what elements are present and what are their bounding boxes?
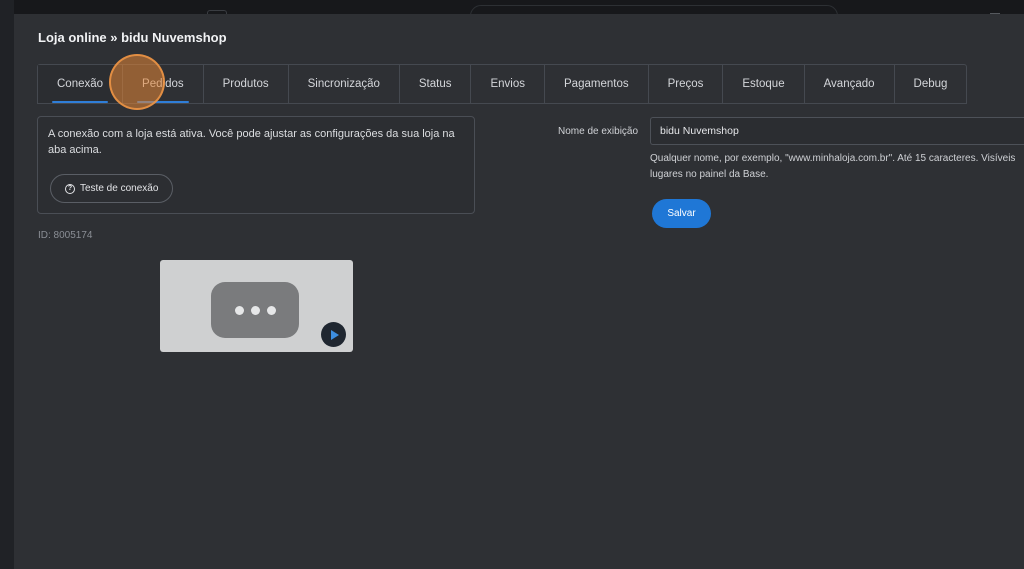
save-button[interactable]: Salvar bbox=[652, 199, 711, 228]
tab-precos[interactable]: Preços bbox=[649, 65, 724, 103]
display-name-hint: Qualquer nome, por exemplo, "www.minhalo… bbox=[650, 153, 1016, 180]
connection-message: A conexão com a loja está ativa. Você po… bbox=[48, 128, 455, 156]
tab-debug[interactable]: Debug bbox=[895, 65, 967, 103]
tab-avancado[interactable]: Avançado bbox=[805, 65, 895, 103]
tab-envios[interactable]: Envios bbox=[471, 65, 546, 103]
tab-sincronizacao[interactable]: Sincronização bbox=[289, 65, 400, 103]
question-circle-icon: ? bbox=[65, 183, 75, 194]
tab-pagamentos[interactable]: Pagamentos bbox=[545, 65, 649, 103]
dot bbox=[266, 305, 276, 315]
click-highlight bbox=[109, 54, 165, 110]
more-dots-icon bbox=[211, 282, 299, 338]
play-icon[interactable] bbox=[321, 322, 346, 347]
modal-title: Loja online » bidu Nuvemshop bbox=[38, 30, 227, 45]
display-name-label: Nome de exibição bbox=[558, 126, 639, 137]
background-left-panel bbox=[0, 0, 14, 569]
tab-estoque[interactable]: Estoque bbox=[723, 65, 805, 103]
dot bbox=[234, 305, 244, 315]
tab-bar: Conexão Pedidos Produtos Sincronização S… bbox=[37, 64, 968, 104]
video-thumbnail[interactable] bbox=[160, 260, 353, 352]
tab-produtos[interactable]: Produtos bbox=[204, 65, 289, 103]
test-connection-button[interactable]: ? Teste de conexão bbox=[50, 174, 174, 203]
test-connection-label: Teste de conexão bbox=[80, 183, 159, 194]
display-name-input[interactable] bbox=[650, 117, 1024, 145]
connection-status-box: A conexão com a loja está ativa. Você po… bbox=[37, 116, 475, 214]
dot bbox=[250, 305, 260, 315]
store-modal: Loja online » bidu Nuvemshop Conexão Ped… bbox=[14, 14, 1024, 569]
play-triangle bbox=[330, 329, 339, 340]
tab-status[interactable]: Status bbox=[400, 65, 472, 103]
store-id: ID: 8005174 bbox=[38, 230, 93, 241]
